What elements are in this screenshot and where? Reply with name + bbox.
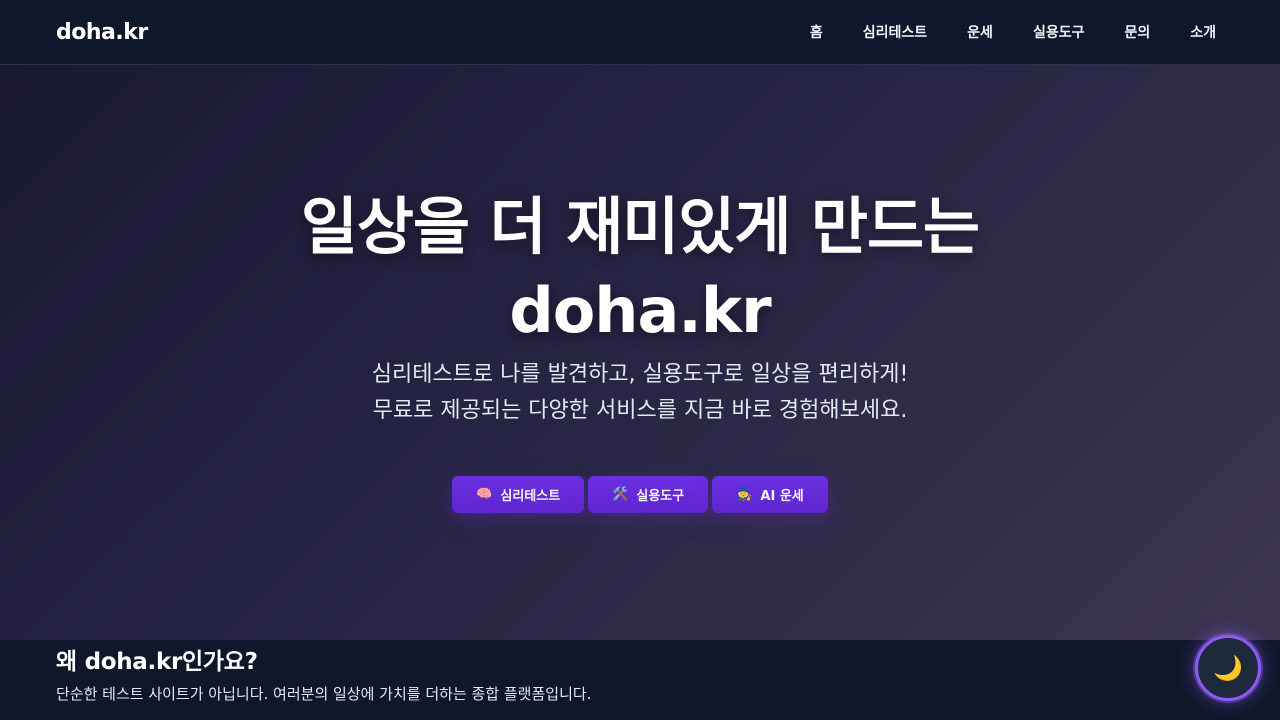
fortune-teller-icon: 🧙 [736,487,753,502]
psych-test-button-label: 심리테스트 [500,489,561,504]
nav-link-tools[interactable]: 실용도구 [1013,22,1105,42]
nav-link-contact[interactable]: 문의 [1104,22,1170,42]
hero-section: 일상을 더 재미있게 만드는 doha.kr 심리테스트로 나를 발견하고, 실… [0,65,1280,640]
site-logo[interactable]: doha.kr [56,20,148,45]
moon-icon: 🌙 [1213,654,1243,682]
navbar: doha.kr 홈 심리테스트 운세 실용도구 문의 소개 [0,0,1280,65]
ai-fortune-button[interactable]: 🧙 AI 운세 [712,476,828,513]
theme-toggle-button[interactable]: 🌙 [1195,635,1261,701]
hero-title: 일상을 더 재미있게 만드는 doha.kr [0,185,1280,353]
hero-subtitle-line1: 심리테스트로 나를 발견하고, 실용도구로 일상을 편리하게! [371,362,909,387]
why-section: 왜 doha.kr인가요? 단순한 테스트 사이트가 아닙니다. 여러분의 일상… [0,640,1280,720]
hero-buttons: 🧠 심리테스트 🛠️ 실용도구 🧙 AI 운세 [0,476,1280,513]
ai-fortune-button-label: AI 운세 [760,489,804,504]
nav-link-home[interactable]: 홈 [790,22,843,42]
tools-button[interactable]: 🛠️ 실용도구 [588,476,709,513]
hero-subtitle-line2: 무료로 제공되는 다양한 서비스를 지금 바로 경험해보세요. [372,398,908,423]
hero-title-line2: doha.kr [509,274,771,347]
tools-button-label: 실용도구 [636,489,685,504]
hero-title-line1: 일상을 더 재미있게 만드는 [300,190,980,263]
nav-link-fortune[interactable]: 운세 [947,22,1013,42]
hero-subtitle: 심리테스트로 나를 발견하고, 실용도구로 일상을 편리하게! 무료로 제공되는… [0,357,1280,429]
why-title: 왜 doha.kr인가요? [56,649,258,675]
why-description: 단순한 테스트 사이트가 아닙니다. 여러분의 일상에 가치를 더하는 종합 플… [56,685,592,703]
nav-links: 홈 심리테스트 운세 실용도구 문의 소개 [790,22,1216,42]
nav-link-about[interactable]: 소개 [1170,22,1216,42]
brain-icon: 🧠 [476,487,493,502]
psych-test-button[interactable]: 🧠 심리테스트 [452,476,585,513]
tools-icon: 🛠️ [612,487,629,502]
nav-link-psych-test[interactable]: 심리테스트 [843,22,947,42]
